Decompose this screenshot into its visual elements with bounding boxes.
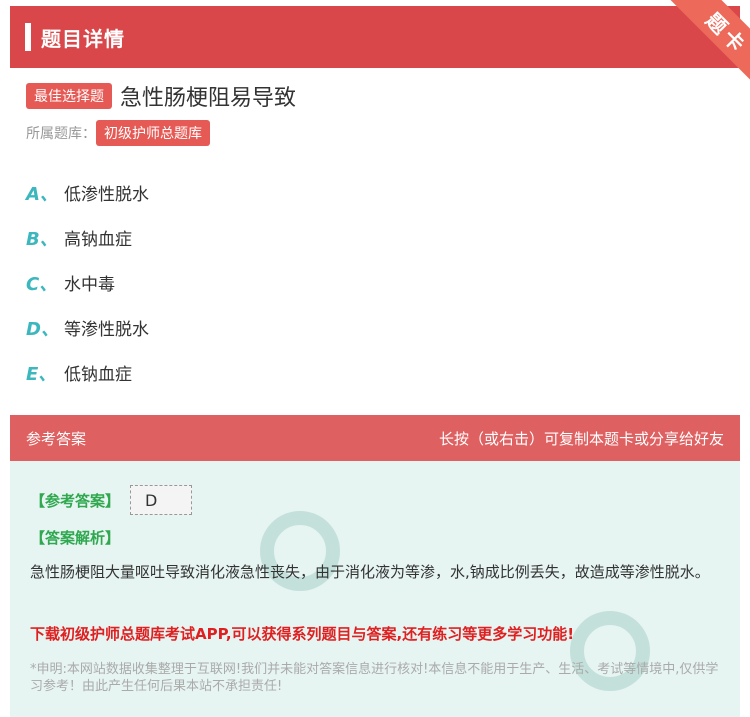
answer-label: 【参考答案】 xyxy=(30,491,121,510)
option-c[interactable]: C、 水中毒 xyxy=(26,260,149,305)
bank-link[interactable]: 初级护师总题库 xyxy=(96,120,210,146)
copy-share-hint: 长按（或右击）可复制本题卡或分享给好友 xyxy=(438,429,724,448)
option-letter: A、 xyxy=(26,183,58,205)
answer-value: D xyxy=(130,485,193,515)
option-letter: C、 xyxy=(26,273,58,295)
question-text: 急性肠梗阻易导致 xyxy=(120,86,297,111)
bank-label: 所属题库： xyxy=(26,126,96,142)
option-letter: D、 xyxy=(26,318,59,340)
download-app-link[interactable]: 下载初级护师总题库考试APP,可以获得系列题目与答案,还有练习等更多学习功能! xyxy=(30,623,574,644)
ribbon-band: 题卡 xyxy=(665,0,750,90)
option-d[interactable]: D、 等渗性脱水 xyxy=(26,305,149,350)
answer-section-header: 参考答案 长按（或右击）可复制本题卡或分享给好友 xyxy=(10,415,740,461)
answer-section-body: 【参考答案】 D 【答案解析】 急性肠梗阻大量呕吐导致消化液急性丧失，由于消化液… xyxy=(10,461,740,717)
header-title: 题目详情 xyxy=(41,26,125,51)
options-list: A、 低渗性脱水 B、 高钠血症 C、 水中毒 D、 等渗性脱水 E、 低钠血症 xyxy=(26,170,149,395)
option-letter: E、 xyxy=(26,363,57,385)
detail-header: 题目详情 xyxy=(10,6,740,68)
option-e[interactable]: E、 低钠血症 xyxy=(26,350,149,395)
card-ribbon: 题卡 xyxy=(640,0,750,90)
header-accent-bar xyxy=(25,23,31,51)
analysis-text: 急性肠梗阻大量呕吐导致消化液急性丧失，由于消化液为等渗，水,钠成比例丢失，故造成… xyxy=(30,563,710,581)
option-text: 水中毒 xyxy=(64,275,115,295)
analysis-label: 【答案解析】 xyxy=(30,529,121,547)
ribbon-label: 题卡 xyxy=(701,7,750,59)
question-type-tag: 最佳选择题 xyxy=(26,83,112,109)
option-b[interactable]: B、 高钠血症 xyxy=(26,215,149,260)
option-text: 等渗性脱水 xyxy=(64,320,149,340)
bank-line: 所属题库： 初级护师总题库 xyxy=(26,120,210,146)
option-text: 低渗性脱水 xyxy=(64,185,149,205)
option-text: 低钠血症 xyxy=(64,365,132,385)
answer-section-title: 参考答案 xyxy=(26,429,87,448)
option-text: 高钠血症 xyxy=(64,230,132,250)
option-letter: B、 xyxy=(26,228,58,250)
disclaimer-text: *申明:本网站数据收集整理于互联网!我们并未能对答案信息进行核对!本信息不能用于… xyxy=(30,662,719,694)
question-line: 最佳选择题 急性肠梗阻易导致 xyxy=(26,80,296,112)
reference-answer-row: 【参考答案】 D xyxy=(30,485,193,515)
option-a[interactable]: A、 低渗性脱水 xyxy=(26,170,149,215)
